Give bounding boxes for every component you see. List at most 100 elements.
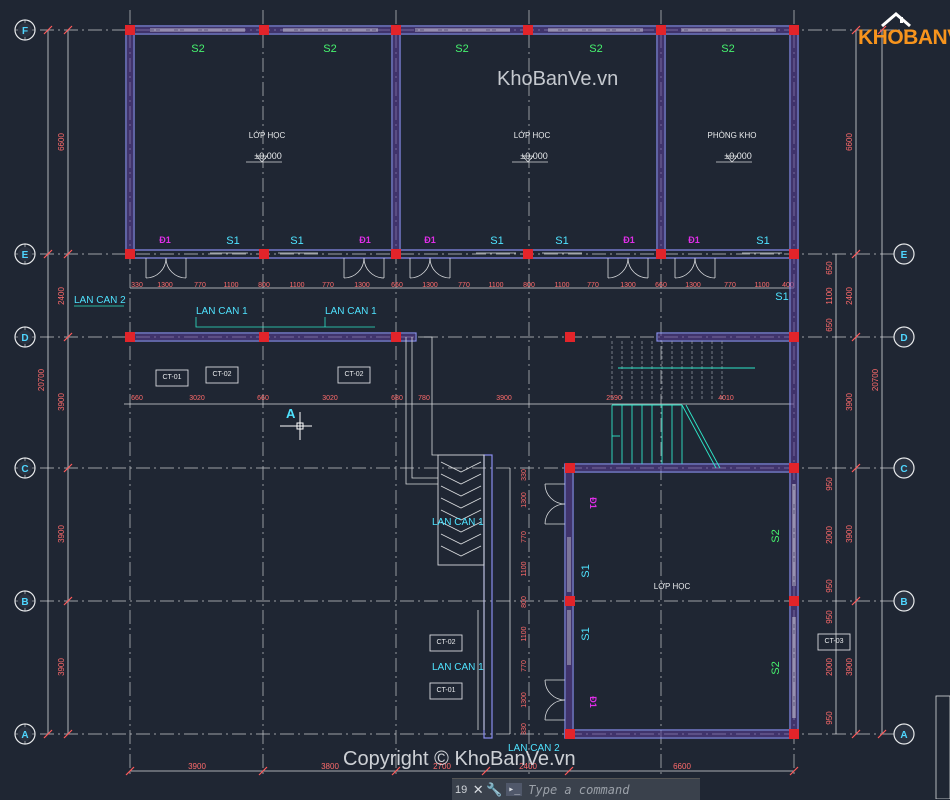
dim-win-1100-d: 1100 xyxy=(554,282,569,289)
dim-cor-3900: 3900 xyxy=(496,395,512,402)
dim-right-2000-b: 2000 xyxy=(825,658,834,676)
grid-label-e-right: E xyxy=(901,250,908,261)
logo-text-banve: BANVE xyxy=(903,26,950,49)
dim-win-660-b: 660 xyxy=(655,282,667,289)
dim-v-330-a: 330 xyxy=(521,469,528,481)
window-s2-1: S2 xyxy=(191,43,204,55)
dim-win-770-b: 770 xyxy=(322,282,334,289)
column-tag-ct02-b: CT-02 xyxy=(344,371,363,378)
room-label-lop-hoc-3: LỚP HỌC xyxy=(654,582,691,591)
dim-v-1100-a: 1100 xyxy=(521,561,528,576)
lan-can-1-d: LAN CAN 1 xyxy=(432,662,484,673)
dim-win-1100-c: 1100 xyxy=(488,282,503,289)
dim-bottom-3800: 3800 xyxy=(321,762,339,771)
column-tag-ct01-a: CT-01 xyxy=(162,374,181,381)
lan-can-1-b: LAN CAN 1 xyxy=(325,306,377,317)
dim-cor-3020-b: 3020 xyxy=(322,395,338,402)
level-text-1: ±0.000 xyxy=(254,151,281,161)
floor-plan-canvas[interactable]: F E D C B A E D C B A 6600 2400 20700 39… xyxy=(0,0,950,799)
dim-right-650-b: 650 xyxy=(825,318,834,332)
door-d1-2: Đ1 xyxy=(359,235,371,245)
dim-right-950-b: 950 xyxy=(825,579,834,593)
dim-win-660-a: 660 xyxy=(391,282,403,289)
logo-text-kho: KHO xyxy=(858,26,904,49)
dim-right-950-c: 950 xyxy=(825,610,834,624)
dim-win-770-c: 770 xyxy=(458,282,470,289)
dim-win-770-e: 770 xyxy=(724,282,736,289)
dim-cor-780: 780 xyxy=(418,395,430,402)
dim-right-950-a: 950 xyxy=(825,477,834,491)
lan-can-1-a: LAN CAN 1 xyxy=(196,306,248,317)
dim-right-20700: 20700 xyxy=(871,368,880,391)
window-s2-3: S2 xyxy=(455,43,468,55)
window-s1-5: S1 xyxy=(756,235,769,247)
dim-right-950-d: 950 xyxy=(825,711,834,725)
dim-win-330: 330 xyxy=(131,282,143,289)
command-input[interactable] xyxy=(526,781,671,798)
grid-label-b-left: B xyxy=(21,597,28,608)
dim-win-1300-d: 1300 xyxy=(620,282,636,289)
dim-v-770-a: 770 xyxy=(521,531,528,543)
door-d1-3: Đ1 xyxy=(424,235,436,245)
dim-v-1300-a: 1300 xyxy=(521,492,528,508)
dim-win-1100-b: 1100 xyxy=(289,282,304,289)
dim-win-1300-b: 1300 xyxy=(354,282,370,289)
grid-label-d-left: D xyxy=(21,333,28,344)
dim-win-1100-a: 1100 xyxy=(223,282,238,289)
window-s1-4: S1 xyxy=(555,235,568,247)
door-d1-5: Đ1 xyxy=(688,235,700,245)
column-tag-ct02-a: CT-02 xyxy=(212,371,231,378)
dim-left-6600: 6600 xyxy=(57,133,66,151)
grid-label-f-left: F xyxy=(22,26,28,37)
section-mark-a: A xyxy=(286,406,296,421)
dim-cor-2590: 2590 xyxy=(606,395,622,402)
dim-bottom-3900-a: 3900 xyxy=(188,762,206,771)
grid-label-d-right: D xyxy=(900,333,907,344)
dim-win-770-a: 770 xyxy=(194,282,206,289)
dim-cor-660-b: 660 xyxy=(257,395,269,402)
window-s2-2: S2 xyxy=(323,43,336,55)
dim-win-1300-e: 1300 xyxy=(685,282,701,289)
window-s1-2: S1 xyxy=(290,235,303,247)
dim-left-3900-a: 3900 xyxy=(57,393,66,411)
watermark-bottom: Copyright © KhoBanVe.vn xyxy=(343,748,576,770)
dim-cor-4010: 4010 xyxy=(718,395,734,402)
command-prompt-icon[interactable]: ▸_ xyxy=(506,783,523,796)
dim-win-1300-c: 1300 xyxy=(422,282,438,289)
dim-left-20700: 20700 xyxy=(37,368,46,391)
dim-win-800-b: 800 xyxy=(523,282,535,289)
window-s2-6: S2 xyxy=(770,529,782,542)
dim-v-1300-b: 1300 xyxy=(521,692,528,708)
door-d1-6: Đ1 xyxy=(588,497,598,509)
window-s1-8: S1 xyxy=(580,627,592,640)
close-icon[interactable]: ✕ xyxy=(470,782,486,798)
dim-right-2400: 2400 xyxy=(845,287,854,305)
dim-v-1100-b: 1100 xyxy=(521,626,528,641)
dim-win-800-a: 800 xyxy=(258,282,270,289)
room-label-lop-hoc-2: LỚP HỌC xyxy=(514,131,551,140)
grid-label-c-right: C xyxy=(900,464,907,475)
column-tag-ct02-c: CT-02 xyxy=(436,639,455,646)
level-text-2: ±0.000 xyxy=(520,151,547,161)
dim-right-3900-b: 3900 xyxy=(845,525,854,543)
window-s1-6: S1 xyxy=(775,291,788,303)
dim-right-2000-a: 2000 xyxy=(825,526,834,544)
door-d1-7: Đ1 xyxy=(588,696,598,708)
column-tag-ct01-b: CT-01 xyxy=(436,687,455,694)
dim-right-3900-c: 3900 xyxy=(845,658,854,676)
dim-v-770-b: 770 xyxy=(521,660,528,672)
grid-label-a-right: A xyxy=(900,730,907,741)
room-label-phong-kho: PHÒNG KHO xyxy=(708,131,757,140)
door-d1-4: Đ1 xyxy=(623,235,635,245)
lan-can-2-a: LAN CAN 2 xyxy=(74,295,126,306)
dim-win-770-d: 770 xyxy=(587,282,599,289)
dim-v-330-b: 330 xyxy=(521,723,528,735)
dim-cor-680: 680 xyxy=(391,395,403,402)
dim-v-800: 800 xyxy=(521,596,528,608)
room-label-lop-hoc-1: LỚP HỌC xyxy=(249,131,286,140)
wrench-icon[interactable]: 🔧 xyxy=(486,782,502,798)
level-text-3: ±0.000 xyxy=(724,151,751,161)
command-bar: 19 ✕ 🔧 ▸_ xyxy=(452,778,700,800)
dim-cor-3020-a: 3020 xyxy=(189,395,205,402)
grid-label-c-left: C xyxy=(21,464,28,475)
